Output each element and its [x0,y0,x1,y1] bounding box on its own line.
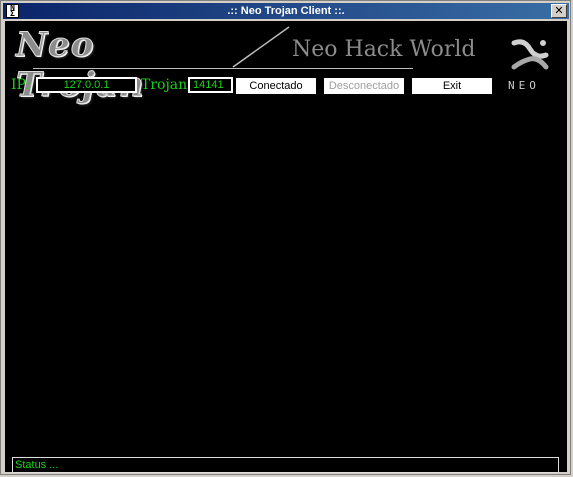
close-button[interactable]: ✕ [551,4,567,18]
client-area: Neo Trojan Neo Hack World NEO IP: 127.0.… [5,21,567,473]
close-icon: ✕ [554,4,564,17]
neo-logo-icon [511,39,549,70]
status-bar: Status ... [12,457,559,473]
logo-text: Neo Trojan [15,25,143,106]
ip-label: IP: [11,77,31,93]
title-bar[interactable]: NΣ .:: Neo Trojan Client ::. ✕ [3,3,569,19]
neo-brand-word: NEO [508,79,540,92]
window-title: .:: Neo Trojan Client ::. [227,5,345,17]
app-window: NΣ .:: Neo Trojan Client ::. ✕ Neo Troja… [0,0,571,475]
neo-trojan-logo: Neo Trojan [15,25,226,106]
ip-input[interactable]: 127.0.0.1 [36,77,137,93]
decorative-slash [232,26,290,68]
subtitle: Neo Hack World [292,37,476,62]
trojan-label: Trojan [141,77,188,93]
connect-button[interactable]: Conectado [236,78,316,94]
disconnect-button[interactable]: Desconectado [324,78,404,94]
port-input[interactable]: 14141 [188,77,233,93]
header-divider [33,68,413,69]
exit-button[interactable]: Exit [412,78,492,94]
